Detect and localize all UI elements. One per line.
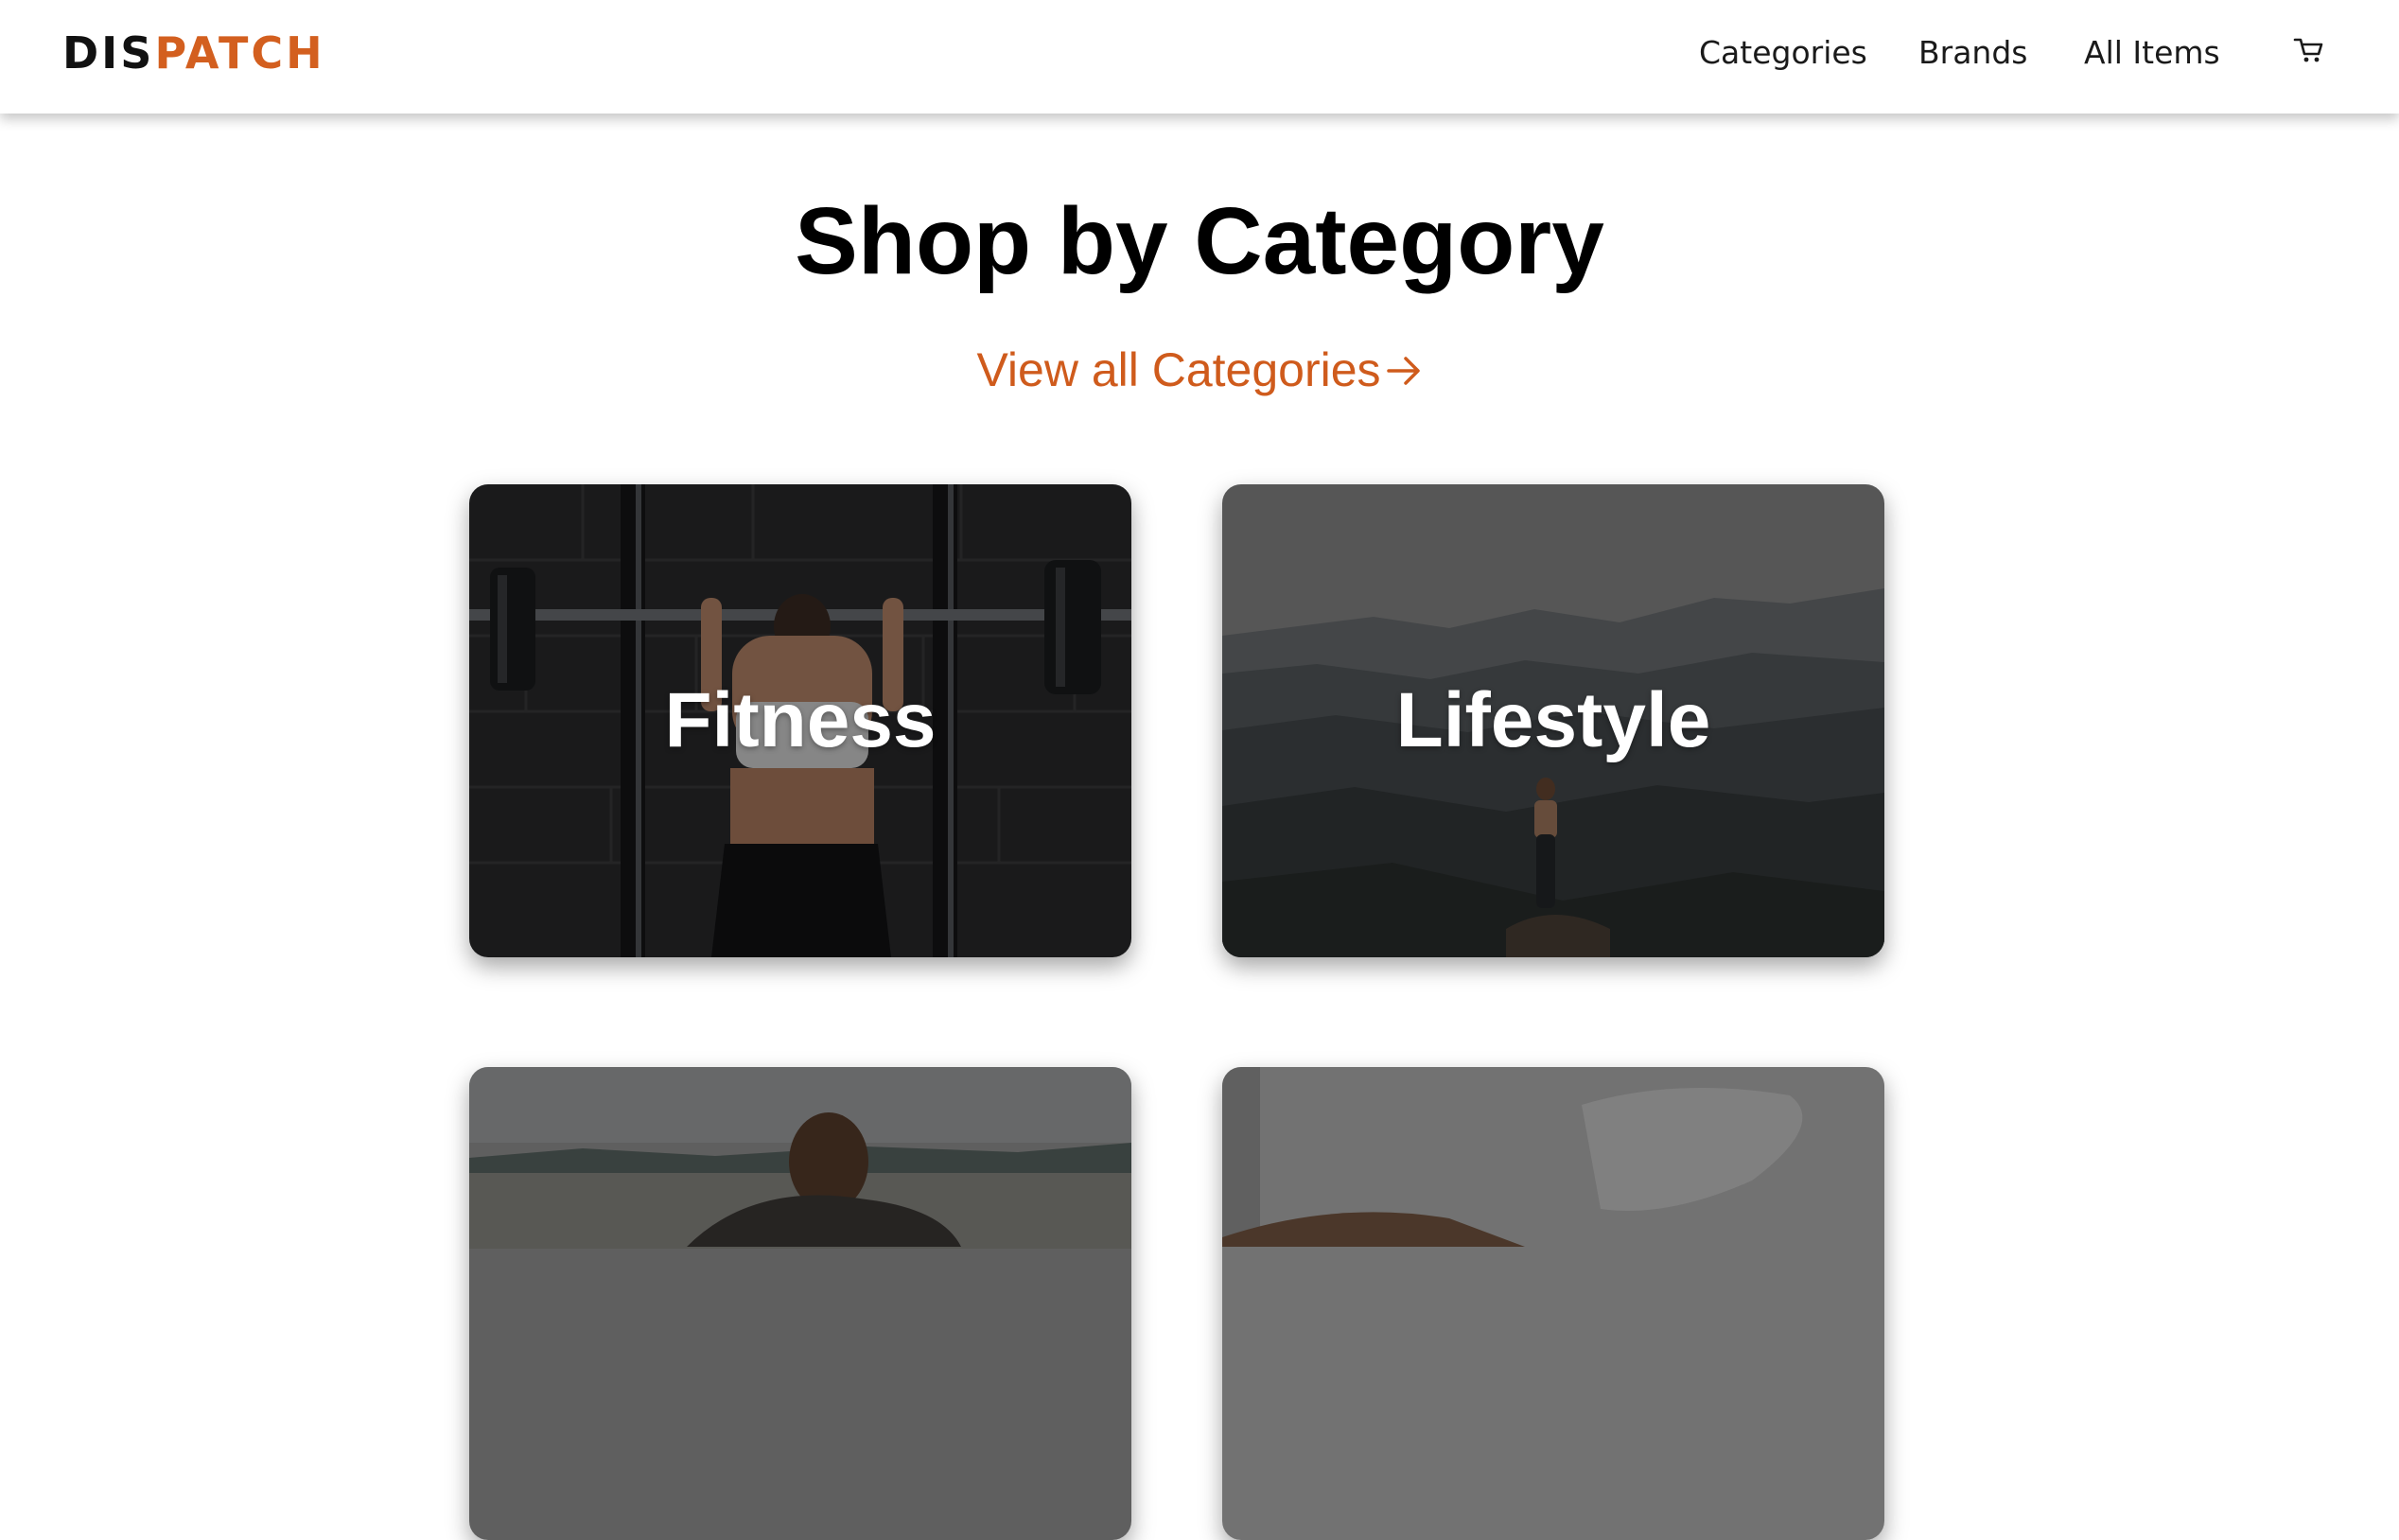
nav-categories[interactable]: Categories	[1699, 28, 1867, 78]
category-card-fitness[interactable]: Fitness	[469, 484, 1131, 957]
category-label	[469, 1067, 1131, 1540]
page-title: Shop by Category	[795, 188, 1604, 294]
category-card-lifestyle[interactable]: Lifestyle	[1222, 484, 1884, 957]
logo-part-patch: PATCH	[154, 27, 325, 79]
logo-part-dis: DIS	[62, 27, 155, 79]
logo[interactable]: DISPATCH	[62, 28, 325, 78]
category-card-4[interactable]	[1222, 1067, 1884, 1540]
nav-all-items[interactable]: All Items	[2084, 28, 2220, 78]
category-card-3[interactable]	[469, 1067, 1131, 1540]
category-label: Fitness	[664, 677, 937, 763]
arrow-right-icon	[1386, 357, 1420, 385]
category-label	[1222, 1067, 1884, 1540]
view-all-categories-link[interactable]: View all Categories	[0, 337, 2399, 403]
category-label: Lifestyle	[1395, 677, 1711, 763]
nav-brands[interactable]: Brands	[1918, 28, 2027, 78]
view-all-label: View all Categories	[976, 343, 1381, 396]
site-header: DISPATCH Categories Brands All Items	[0, 0, 2399, 114]
cart-icon[interactable]	[2293, 36, 2325, 64]
